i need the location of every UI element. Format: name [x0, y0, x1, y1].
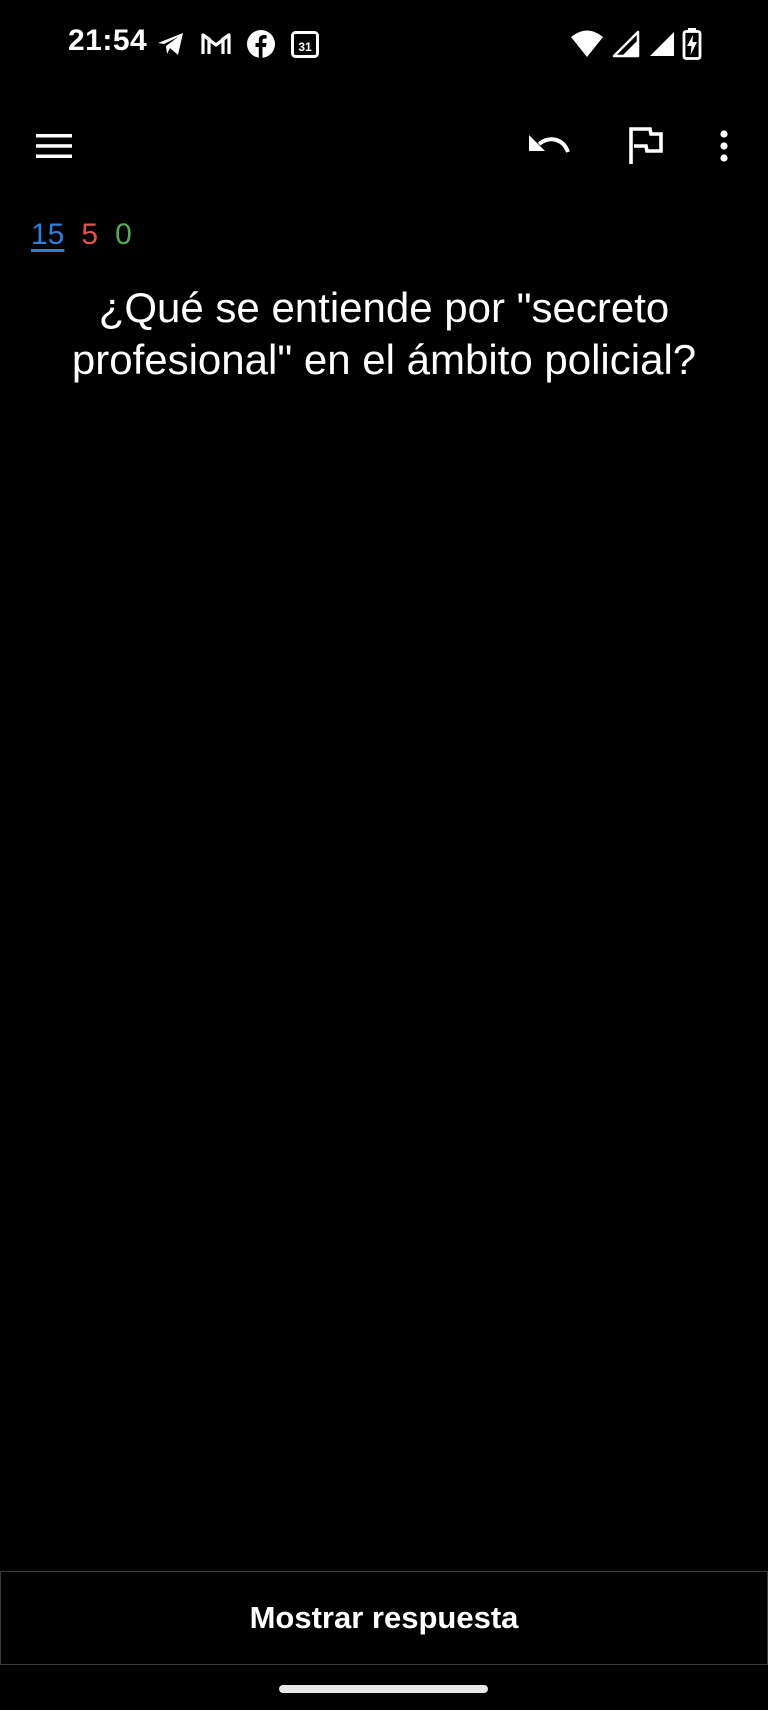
more-options-button[interactable]	[686, 110, 762, 186]
battery-charging-icon	[682, 28, 702, 60]
status-time: 21:54	[68, 24, 148, 57]
wifi-icon	[570, 30, 604, 58]
undo-button[interactable]	[511, 110, 587, 186]
calendar-icon: 31	[290, 29, 320, 59]
cell-signal-icon	[646, 30, 676, 58]
card-counts: 15 5 0	[31, 218, 132, 252]
show-answer-button[interactable]: Mostrar respuesta	[0, 1571, 768, 1665]
learning-count: 5	[81, 218, 99, 251]
more-vert-icon	[718, 129, 730, 168]
status-bar: 21:54 31	[0, 0, 768, 90]
new-count: 15	[31, 218, 65, 251]
home-indicator[interactable]	[279, 1685, 488, 1693]
app-toolbar	[0, 110, 768, 186]
notification-icons: 31	[156, 26, 320, 62]
undo-icon	[527, 131, 571, 166]
card-question: ¿Qué se entiende por "secreto profesiona…	[71, 284, 697, 383]
cell-signal-icon	[610, 30, 640, 58]
facebook-icon	[246, 29, 276, 59]
menu-icon	[34, 132, 74, 165]
review-count: 0	[115, 218, 132, 251]
menu-button[interactable]	[16, 110, 92, 186]
system-icons	[570, 26, 702, 62]
calendar-day-label: 31	[298, 40, 312, 54]
flag-button[interactable]	[607, 110, 683, 186]
flag-icon	[626, 126, 664, 171]
telegram-icon	[156, 30, 186, 58]
gmail-icon	[200, 31, 232, 57]
